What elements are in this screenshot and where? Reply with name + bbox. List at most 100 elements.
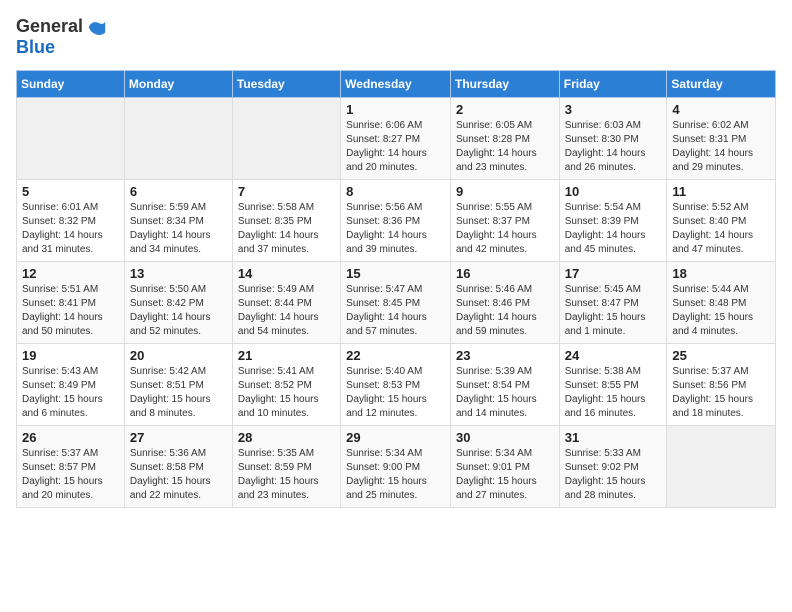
weekday-wednesday: Wednesday [341,70,451,97]
calendar-cell: 19Sunrise: 5:43 AM Sunset: 8:49 PM Dayli… [17,343,125,425]
day-number: 9 [456,184,554,199]
day-info: Sunrise: 5:49 AM Sunset: 8:44 PM Dayligh… [238,283,335,339]
day-info: Sunrise: 6:06 AM Sunset: 8:27 PM Dayligh… [346,119,445,175]
day-number: 11 [672,184,770,199]
day-info: Sunrise: 5:51 AM Sunset: 8:41 PM Dayligh… [22,283,119,339]
day-number: 21 [238,348,335,363]
weekday-tuesday: Tuesday [232,70,340,97]
weekday-monday: Monday [124,70,232,97]
day-info: Sunrise: 5:41 AM Sunset: 8:52 PM Dayligh… [238,365,335,421]
calendar-cell: 13 Sunrise: 5:50 AM Sunset: 8:42 PM Dayli… [124,261,232,343]
day-number: 30 [456,430,554,445]
day-number: 10 [565,184,662,199]
day-info: Sunrise: 5:56 AM Sunset: 8:36 PM Dayligh… [346,201,445,257]
logo-text-blue: Blue [16,38,107,58]
day-info: Sunrise: 5:44 AM Sunset: 8:48 PM Dayligh… [672,283,770,339]
calendar-cell: 31Sunrise: 5:33 AM Sunset: 9:02 PM Dayli… [559,425,667,507]
day-info: Sunrise: 6:03 AM Sunset: 8:30 PM Dayligh… [565,119,662,175]
calendar-cell: 11 Sunrise: 5:52 AM Sunset: 8:40 PM Dayli… [667,179,776,261]
day-number: 19 [22,348,119,363]
calendar-cell: 28 Sunrise: 5:35 AM Sunset: 8:59 PM Dayli… [232,425,340,507]
calendar-table: SundayMondayTuesdayWednesdayThursdayFrid… [16,70,776,508]
day-info: Sunrise: 5:45 AM Sunset: 8:47 PM Dayligh… [565,283,662,339]
day-number: 1 [346,102,445,117]
calendar-cell: 22 Sunrise: 5:40 AM Sunset: 8:53 PM Dayli… [341,343,451,425]
calendar-cell: 23 Sunrise: 5:39 AM Sunset: 8:54 PM Dayli… [450,343,559,425]
day-number: 24 [565,348,662,363]
day-number: 25 [672,348,770,363]
day-number: 8 [346,184,445,199]
day-info: Sunrise: 5:58 AM Sunset: 8:35 PM Dayligh… [238,201,335,257]
calendar-cell: 10 Sunrise: 5:54 AM Sunset: 8:39 PM Dayli… [559,179,667,261]
calendar-cell: 26 Sunrise: 5:37 AM Sunset: 8:57 PM Dayli… [17,425,125,507]
weekday-thursday: Thursday [450,70,559,97]
page-header: General Blue [16,16,776,58]
weekday-header-row: SundayMondayTuesdayWednesdayThursdayFrid… [17,70,776,97]
day-info: Sunrise: 5:37 AM Sunset: 8:56 PM Dayligh… [672,365,770,421]
calendar-cell: 30Sunrise: 5:34 AM Sunset: 9:01 PM Dayli… [450,425,559,507]
calendar-body: 1 Sunrise: 6:06 AM Sunset: 8:27 PM Daylig… [17,97,776,507]
day-info: Sunrise: 5:46 AM Sunset: 8:46 PM Dayligh… [456,283,554,339]
calendar-header: SundayMondayTuesdayWednesdayThursdayFrid… [17,70,776,97]
calendar-cell: 25 Sunrise: 5:37 AM Sunset: 8:56 PM Dayli… [667,343,776,425]
day-number: 5 [22,184,119,199]
day-info: Sunrise: 5:34 AM Sunset: 9:00 PM Dayligh… [346,447,445,503]
calendar-cell: 1 Sunrise: 6:06 AM Sunset: 8:27 PM Daylig… [341,97,451,179]
day-number: 29 [346,430,445,445]
day-number: 20 [130,348,227,363]
day-number: 13 [130,266,227,281]
day-number: 23 [456,348,554,363]
calendar-cell: 8 Sunrise: 5:56 AM Sunset: 8:36 PM Daylig… [341,179,451,261]
calendar-cell: 9Sunrise: 5:55 AM Sunset: 8:37 PM Daylig… [450,179,559,261]
day-info: Sunrise: 5:42 AM Sunset: 8:51 PM Dayligh… [130,365,227,421]
logo-text-general: General [16,17,83,37]
calendar-cell: 14 Sunrise: 5:49 AM Sunset: 8:44 PM Dayli… [232,261,340,343]
calendar-cell: 29 Sunrise: 5:34 AM Sunset: 9:00 PM Dayli… [341,425,451,507]
weekday-friday: Friday [559,70,667,97]
day-number: 2 [456,102,554,117]
day-number: 26 [22,430,119,445]
day-info: Sunrise: 6:02 AM Sunset: 8:31 PM Dayligh… [672,119,770,175]
week-row-2: 5 Sunrise: 6:01 AM Sunset: 8:32 PM Daylig… [17,179,776,261]
day-info: Sunrise: 6:01 AM Sunset: 8:32 PM Dayligh… [22,201,119,257]
day-info: Sunrise: 5:36 AM Sunset: 8:58 PM Dayligh… [130,447,227,503]
calendar-cell: 24Sunrise: 5:38 AM Sunset: 8:55 PM Dayli… [559,343,667,425]
calendar-cell: 27 Sunrise: 5:36 AM Sunset: 8:58 PM Dayli… [124,425,232,507]
calendar-cell: 15Sunrise: 5:47 AM Sunset: 8:45 PM Dayli… [341,261,451,343]
calendar-cell: 21 Sunrise: 5:41 AM Sunset: 8:52 PM Dayli… [232,343,340,425]
day-number: 28 [238,430,335,445]
day-info: Sunrise: 5:40 AM Sunset: 8:53 PM Dayligh… [346,365,445,421]
day-number: 14 [238,266,335,281]
calendar-cell [124,97,232,179]
day-info: Sunrise: 5:54 AM Sunset: 8:39 PM Dayligh… [565,201,662,257]
calendar-cell: 18 Sunrise: 5:44 AM Sunset: 8:48 PM Dayli… [667,261,776,343]
calendar-cell [17,97,125,179]
weekday-sunday: Sunday [17,70,125,97]
calendar-cell: 7 Sunrise: 5:58 AM Sunset: 8:35 PM Daylig… [232,179,340,261]
calendar-cell: 3Sunrise: 6:03 AM Sunset: 8:30 PM Daylig… [559,97,667,179]
day-number: 18 [672,266,770,281]
day-info: Sunrise: 5:50 AM Sunset: 8:42 PM Dayligh… [130,283,227,339]
day-info: Sunrise: 5:39 AM Sunset: 8:54 PM Dayligh… [456,365,554,421]
day-number: 7 [238,184,335,199]
day-number: 17 [565,266,662,281]
day-number: 16 [456,266,554,281]
day-number: 22 [346,348,445,363]
day-number: 27 [130,430,227,445]
week-row-1: 1 Sunrise: 6:06 AM Sunset: 8:27 PM Daylig… [17,97,776,179]
day-info: Sunrise: 5:37 AM Sunset: 8:57 PM Dayligh… [22,447,119,503]
day-number: 15 [346,266,445,281]
day-number: 12 [22,266,119,281]
week-row-3: 12 Sunrise: 5:51 AM Sunset: 8:41 PM Dayli… [17,261,776,343]
day-info: Sunrise: 5:59 AM Sunset: 8:34 PM Dayligh… [130,201,227,257]
calendar-cell: 6 Sunrise: 5:59 AM Sunset: 8:34 PM Daylig… [124,179,232,261]
week-row-4: 19Sunrise: 5:43 AM Sunset: 8:49 PM Dayli… [17,343,776,425]
day-info: Sunrise: 5:52 AM Sunset: 8:40 PM Dayligh… [672,201,770,257]
day-number: 6 [130,184,227,199]
logo: General Blue [16,16,107,58]
week-row-5: 26 Sunrise: 5:37 AM Sunset: 8:57 PM Dayli… [17,425,776,507]
day-info: Sunrise: 5:35 AM Sunset: 8:59 PM Dayligh… [238,447,335,503]
calendar-cell: 2Sunrise: 6:05 AM Sunset: 8:28 PM Daylig… [450,97,559,179]
calendar-cell: 12 Sunrise: 5:51 AM Sunset: 8:41 PM Dayli… [17,261,125,343]
day-number: 4 [672,102,770,117]
